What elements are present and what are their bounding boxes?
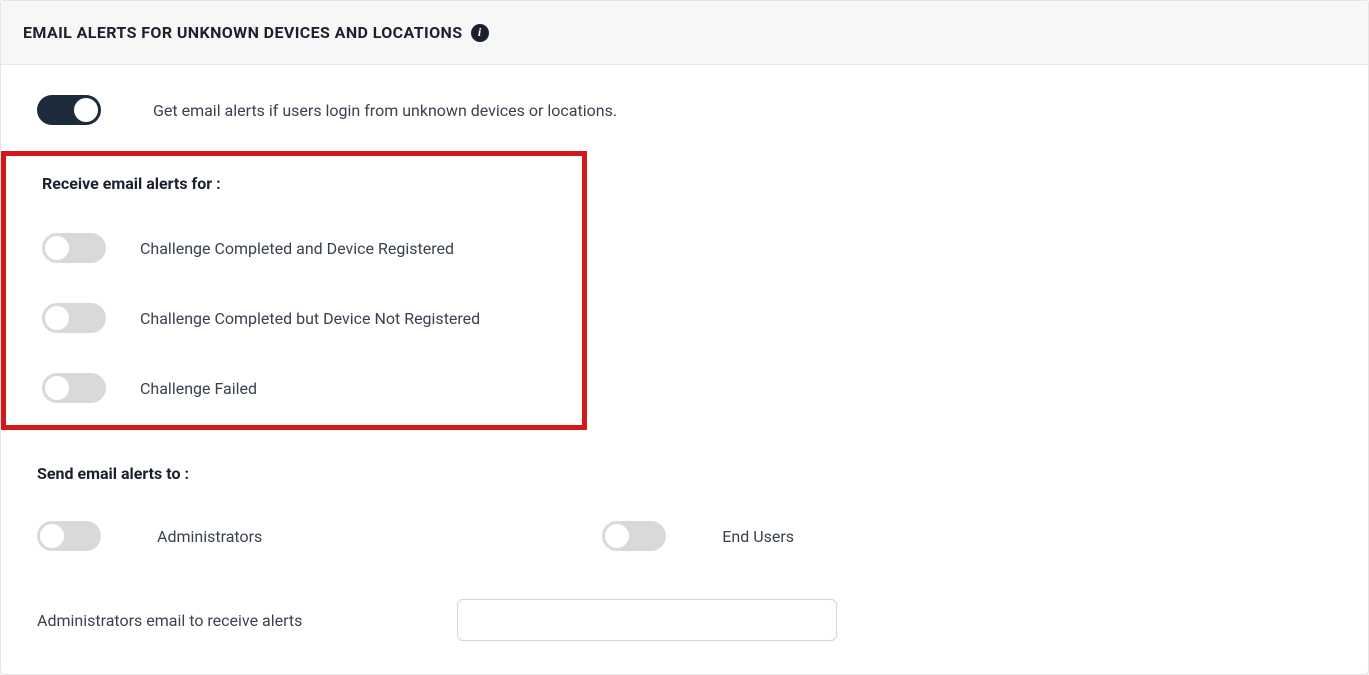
main-toggle-row: Get email alerts if users login from unk… [37,95,1332,125]
receive-alert-option-label: Challenge Completed and Device Registere… [140,239,454,258]
toggle-challenge-completed-not-registered[interactable] [42,303,106,333]
toggle-challenge-failed[interactable] [42,373,106,403]
send-alerts-section: Send email alerts to : Administrators En… [37,464,1332,551]
toggle-knob [74,98,98,122]
main-toggle[interactable] [37,95,101,125]
send-alerts-group-administrators: Administrators [37,521,262,551]
admin-email-input[interactable] [457,599,837,641]
send-alerts-group-end-users: End Users [602,521,794,551]
recipient-label: Administrators [157,527,262,546]
main-toggle-description: Get email alerts if users login from unk… [153,101,617,120]
receive-alert-option-label: Challenge Completed but Device Not Regis… [140,309,480,328]
receive-alerts-label: Receive email alerts for : [42,174,221,193]
receive-alert-option-row: Challenge Completed and Device Registere… [42,233,576,263]
panel-header: EMAIL ALERTS FOR UNKNOWN DEVICES AND LOC… [1,1,1368,65]
admin-email-label: Administrators email to receive alerts [37,611,337,630]
send-alerts-row: Administrators End Users [37,521,1332,551]
recipient-label: End Users [722,527,794,546]
toggle-knob [45,376,69,400]
toggle-knob [45,236,69,260]
panel-title: EMAIL ALERTS FOR UNKNOWN DEVICES AND LOC… [23,23,463,42]
panel-body: Get email alerts if users login from unk… [1,65,1368,671]
toggle-challenge-completed-registered[interactable] [42,233,106,263]
toggle-knob [40,524,64,548]
toggle-knob [605,524,629,548]
admin-email-row: Administrators email to receive alerts [37,599,1332,641]
toggle-knob [45,306,69,330]
info-icon[interactable]: i [471,24,489,42]
toggle-administrators[interactable] [37,521,101,551]
email-alerts-panel: EMAIL ALERTS FOR UNKNOWN DEVICES AND LOC… [0,0,1369,675]
receive-alert-option-row: Challenge Failed [42,373,576,403]
send-alerts-label: Send email alerts to : [37,464,189,483]
toggle-end-users[interactable] [602,521,666,551]
receive-alerts-highlight: Receive email alerts for : Challenge Com… [1,151,587,430]
receive-alert-option-row: Challenge Completed but Device Not Regis… [42,303,576,333]
receive-alert-option-label: Challenge Failed [140,379,257,398]
